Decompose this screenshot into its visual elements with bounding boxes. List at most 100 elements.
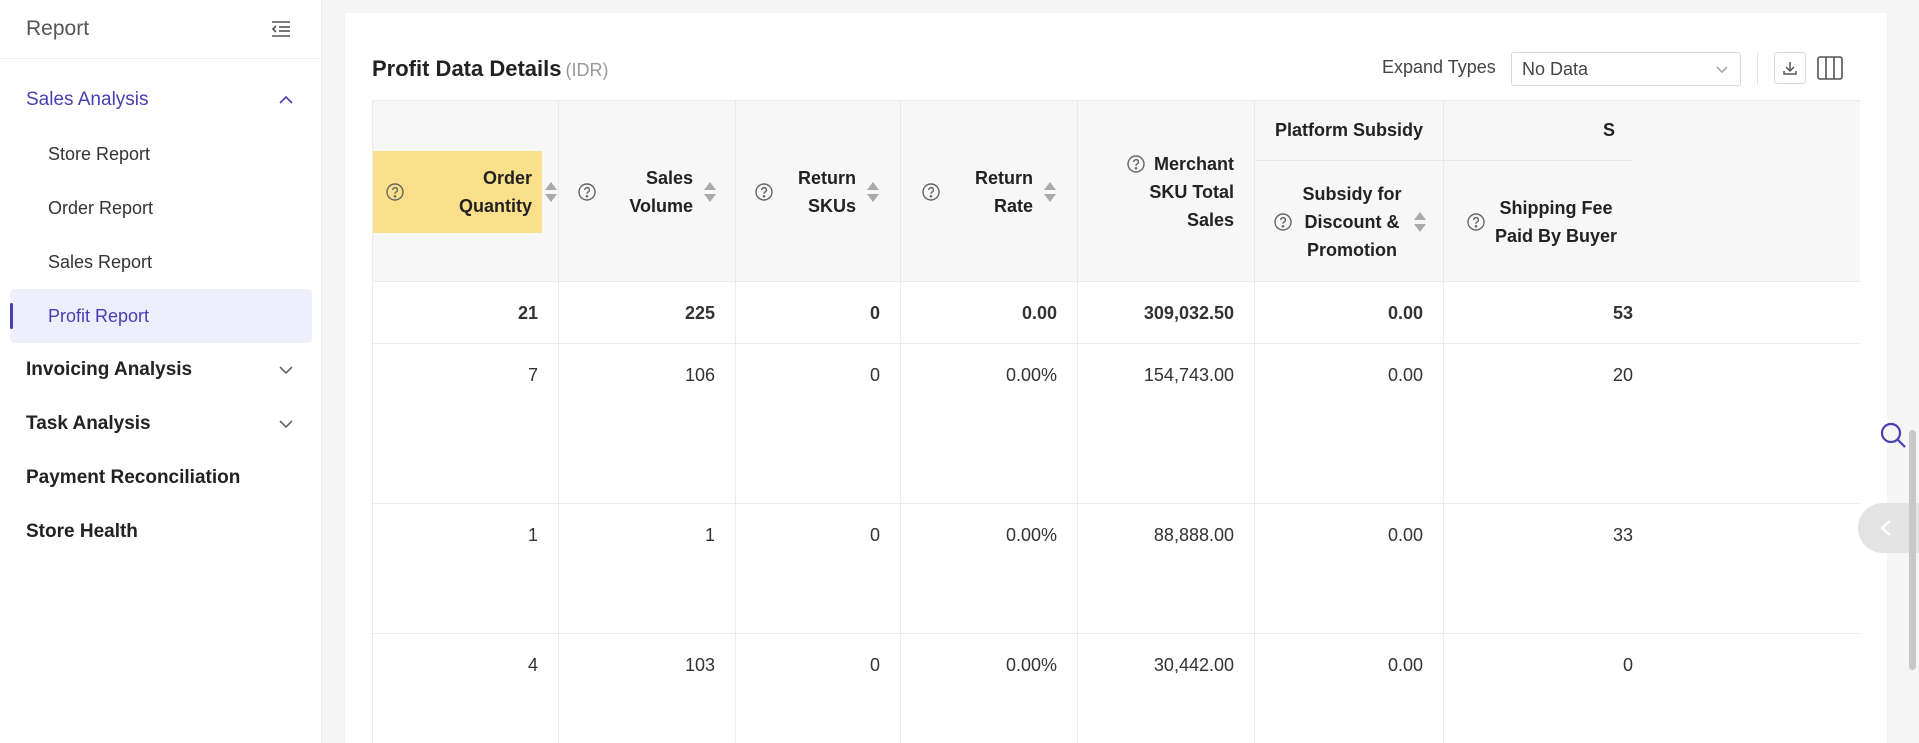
cell-return-rate: 0.00% xyxy=(901,344,1078,503)
group-header-cutoff: S xyxy=(1444,101,1633,161)
header-sales-volume[interactable]: Sales Volume xyxy=(559,101,736,283)
sidebar-header: Report xyxy=(0,0,321,59)
toolbar-divider xyxy=(1757,53,1758,85)
table-row: 7 106 0 0.00% 154,743.00 0.00 20 xyxy=(373,344,1860,504)
cell-merchant-sku-total-sales: 309,032.50 xyxy=(1078,282,1255,343)
sort-icon[interactable] xyxy=(703,180,717,204)
sidebar-item-label: Store Report xyxy=(48,143,151,164)
cell-merchant-sku-total-sales: 154,743.00 xyxy=(1078,344,1255,503)
cell-order-quantity: 21 xyxy=(373,282,559,343)
cell-sales-volume: 1 xyxy=(559,504,736,633)
cell-merchant-sku-total-sales: 30,442.00 xyxy=(1078,634,1255,743)
table-row: 4 103 0 0.00% 30,442.00 0.00 0 xyxy=(373,634,1860,743)
sort-icon[interactable] xyxy=(544,180,558,204)
chevron-down-icon xyxy=(279,420,293,429)
cell-subsidy-discount: 0.00 xyxy=(1255,504,1444,633)
cell-sales-volume: 225 xyxy=(559,282,736,343)
header-subsidy-discount-promotion[interactable]: Subsidy for Discount & Promotion xyxy=(1255,161,1444,283)
sort-icon[interactable] xyxy=(1043,180,1057,204)
title-text: Profit Data Details xyxy=(372,56,562,81)
header-return-skus[interactable]: Return SKUs xyxy=(736,101,901,283)
header-label: Order Quantity xyxy=(458,168,532,216)
cell-order-quantity: 1 xyxy=(373,504,559,633)
sidebar-group-store-health[interactable]: Store Health xyxy=(0,508,322,556)
help-icon[interactable] xyxy=(1466,212,1486,232)
sidebar-group-sales-analysis[interactable]: Sales Analysis xyxy=(0,76,322,124)
cell-return-rate: 0.00% xyxy=(901,634,1078,743)
download-icon xyxy=(1783,62,1797,75)
header-label-wrap: Merchant SKU Total Sales xyxy=(1126,150,1234,234)
header-label: Subsidy for Discount & Promotion xyxy=(1302,184,1402,260)
sidebar-item-sales-report[interactable]: Sales Report xyxy=(10,235,312,289)
cell-sales-volume: 106 xyxy=(559,344,736,503)
sidebar-group-payment-reconciliation[interactable]: Payment Reconciliation xyxy=(0,454,322,502)
header-merchant-sku-total-sales[interactable]: Merchant SKU Total Sales xyxy=(1078,101,1255,283)
sort-icon[interactable] xyxy=(866,180,880,204)
columns-icon xyxy=(1817,56,1843,80)
table-header: Order Quantity Sales Volume Return SKUs … xyxy=(373,100,1860,283)
header-label: Shipping Fee Paid By Buyer xyxy=(1494,198,1618,246)
sidebar-title: Report xyxy=(26,17,90,40)
header-label: Return SKUs xyxy=(798,168,856,216)
cell-shipping-fee: 0 xyxy=(1622,655,1633,675)
cell-return-skus: 0 xyxy=(736,344,901,503)
cell-return-rate: 0.00% xyxy=(901,504,1078,633)
sidebar-group-label: Payment Reconciliation xyxy=(26,467,241,488)
expand-types-select[interactable]: No Data xyxy=(1511,52,1741,86)
sidebar-group-label: Task Analysis xyxy=(26,413,151,434)
help-icon[interactable] xyxy=(754,182,774,202)
collapse-menu-icon[interactable] xyxy=(269,17,293,41)
cell-subsidy-discount: 0.00 xyxy=(1255,282,1444,343)
header-order-quantity[interactable]: Order Quantity xyxy=(373,101,559,283)
columns-settings-button[interactable] xyxy=(1814,52,1846,84)
chevron-left-icon xyxy=(1880,520,1891,536)
header-return-rate[interactable]: Return Rate xyxy=(901,101,1078,283)
cell-shipping-fee: 33 xyxy=(1612,525,1633,545)
help-icon[interactable] xyxy=(1273,212,1293,232)
sidebar-item-label: Order Report xyxy=(48,197,154,218)
sidebar-item-store-report[interactable]: Store Report xyxy=(10,127,312,181)
expand-types-label: Expand Types xyxy=(1382,57,1496,77)
cell-return-rate: 0.00 xyxy=(901,282,1078,343)
help-icon[interactable] xyxy=(577,182,597,202)
currency-unit: (IDR) xyxy=(565,60,609,80)
chevron-up-icon xyxy=(279,95,293,104)
sidebar-group-label: Sales Analysis xyxy=(26,89,149,110)
download-button[interactable] xyxy=(1774,52,1806,84)
profit-data-card: Profit Data Details (IDR) Expand Types No… xyxy=(345,13,1887,743)
sidebar-group-label: Invoicing Analysis xyxy=(26,359,193,380)
sort-icon[interactable] xyxy=(1413,210,1427,234)
chevron-down-icon xyxy=(1716,66,1728,73)
profit-table: Order Quantity Sales Volume Return SKUs … xyxy=(372,100,1860,743)
cell-subsidy-discount: 0.00 xyxy=(1255,344,1444,503)
sidebar-item-label: Profit Report xyxy=(48,305,150,326)
help-icon[interactable] xyxy=(921,182,941,202)
group-header-platform-subsidy: Platform Subsidy xyxy=(1255,101,1444,161)
table-row-total: 21 225 0 0.00 309,032.50 0.00 53 xyxy=(373,282,1860,344)
cell-subsidy-discount: 0.00 xyxy=(1255,634,1444,743)
cell-merchant-sku-total-sales: 88,888.00 xyxy=(1078,504,1255,633)
help-icon[interactable] xyxy=(1126,154,1146,174)
cell-sales-volume: 103 xyxy=(559,634,736,743)
header-label: Return Rate xyxy=(975,168,1033,216)
sidebar-item-label: Sales Report xyxy=(48,251,153,272)
sidebar-item-profit-report[interactable]: Profit Report xyxy=(10,289,312,343)
sidebar-group-task-analysis[interactable]: Task Analysis xyxy=(0,400,322,448)
cell-return-skus: 0 xyxy=(736,634,901,743)
table-row: 1 1 0 0.00% 88,888.00 0.00 33 xyxy=(373,504,1860,634)
select-value: No Data xyxy=(1522,58,1589,79)
cell-return-skus: 0 xyxy=(736,504,901,633)
sidebar: Report Sales Analysis Store Report Order… xyxy=(0,0,322,743)
page-title: Profit Data Details (IDR) xyxy=(372,56,609,82)
page-scrollbar[interactable] xyxy=(1909,430,1916,670)
header-shipping-fee-paid-by-buyer[interactable]: Shipping Fee Paid By Buyer xyxy=(1444,161,1633,283)
header-label: Sales Volume xyxy=(629,168,693,216)
help-icon[interactable] xyxy=(385,182,405,202)
cell-shipping-fee: 20 xyxy=(1612,365,1633,385)
cell-order-quantity: 4 xyxy=(373,634,559,743)
highlighted-header: Order Quantity xyxy=(373,151,542,233)
sidebar-item-order-report[interactable]: Order Report xyxy=(10,181,312,235)
sidebar-group-invoicing-analysis[interactable]: Invoicing Analysis xyxy=(0,346,322,394)
search-icon[interactable] xyxy=(1878,420,1908,450)
cell-return-skus: 0 xyxy=(736,282,901,343)
